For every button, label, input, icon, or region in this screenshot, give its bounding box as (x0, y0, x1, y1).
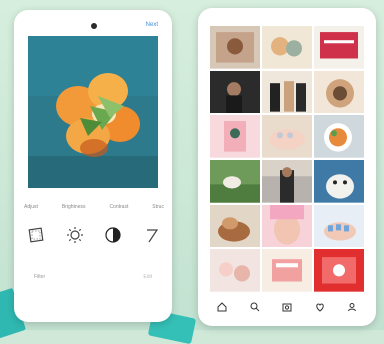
activity-icon[interactable] (314, 301, 326, 313)
tool-icons (22, 222, 166, 248)
grid-photo[interactable] (314, 160, 364, 203)
structure-icon[interactable] (138, 222, 166, 248)
tool-label-contrast: Contrast (109, 204, 129, 210)
grid-photo[interactable] (262, 249, 312, 292)
home-icon[interactable] (216, 301, 228, 313)
grid-photo[interactable] (314, 26, 364, 69)
adjust-icon[interactable] (22, 222, 50, 248)
grid-photo[interactable] (262, 26, 312, 69)
camera-icon[interactable] (281, 301, 293, 313)
tool-label-brightness: Brightness (61, 204, 86, 210)
grid-photo[interactable] (314, 70, 364, 114)
front-camera (91, 23, 97, 29)
edit-tab[interactable]: Edit (143, 274, 152, 280)
tool-label-adjust: Adjust (24, 204, 38, 210)
contrast-icon[interactable] (99, 222, 127, 248)
tablet-feed (198, 8, 376, 326)
brightness-icon[interactable] (61, 222, 89, 248)
tool-label-structure: Struc (152, 204, 164, 210)
grid-photo[interactable] (314, 249, 364, 292)
grid-photo[interactable] (210, 70, 260, 114)
editor-bottom-bar: Filter Edit (34, 274, 152, 280)
filter-tab[interactable]: Filter (34, 274, 45, 280)
grid-photo[interactable] (314, 204, 364, 248)
grid-photo[interactable] (210, 26, 260, 69)
tool-labels: Adjust Brightness Contrast Struc (24, 204, 164, 210)
grid-photo[interactable] (210, 249, 260, 292)
profile-icon[interactable] (346, 301, 358, 313)
tablet-editor: Next Adjust Brightness Contrast Struc Fi… (14, 10, 172, 322)
grid-photo[interactable] (262, 204, 312, 248)
grid-photo[interactable] (262, 160, 312, 203)
photo-grid (210, 26, 364, 292)
next-button[interactable]: Next (146, 22, 158, 28)
grid-photo[interactable] (262, 70, 312, 114)
bottom-tab-bar (210, 298, 364, 316)
grid-photo[interactable] (210, 115, 260, 158)
grid-photo[interactable] (210, 160, 260, 203)
edited-photo (28, 36, 158, 188)
grid-photo[interactable] (210, 204, 260, 248)
grid-photo[interactable] (262, 115, 312, 158)
grid-photo[interactable] (314, 115, 364, 158)
search-icon[interactable] (249, 301, 261, 313)
